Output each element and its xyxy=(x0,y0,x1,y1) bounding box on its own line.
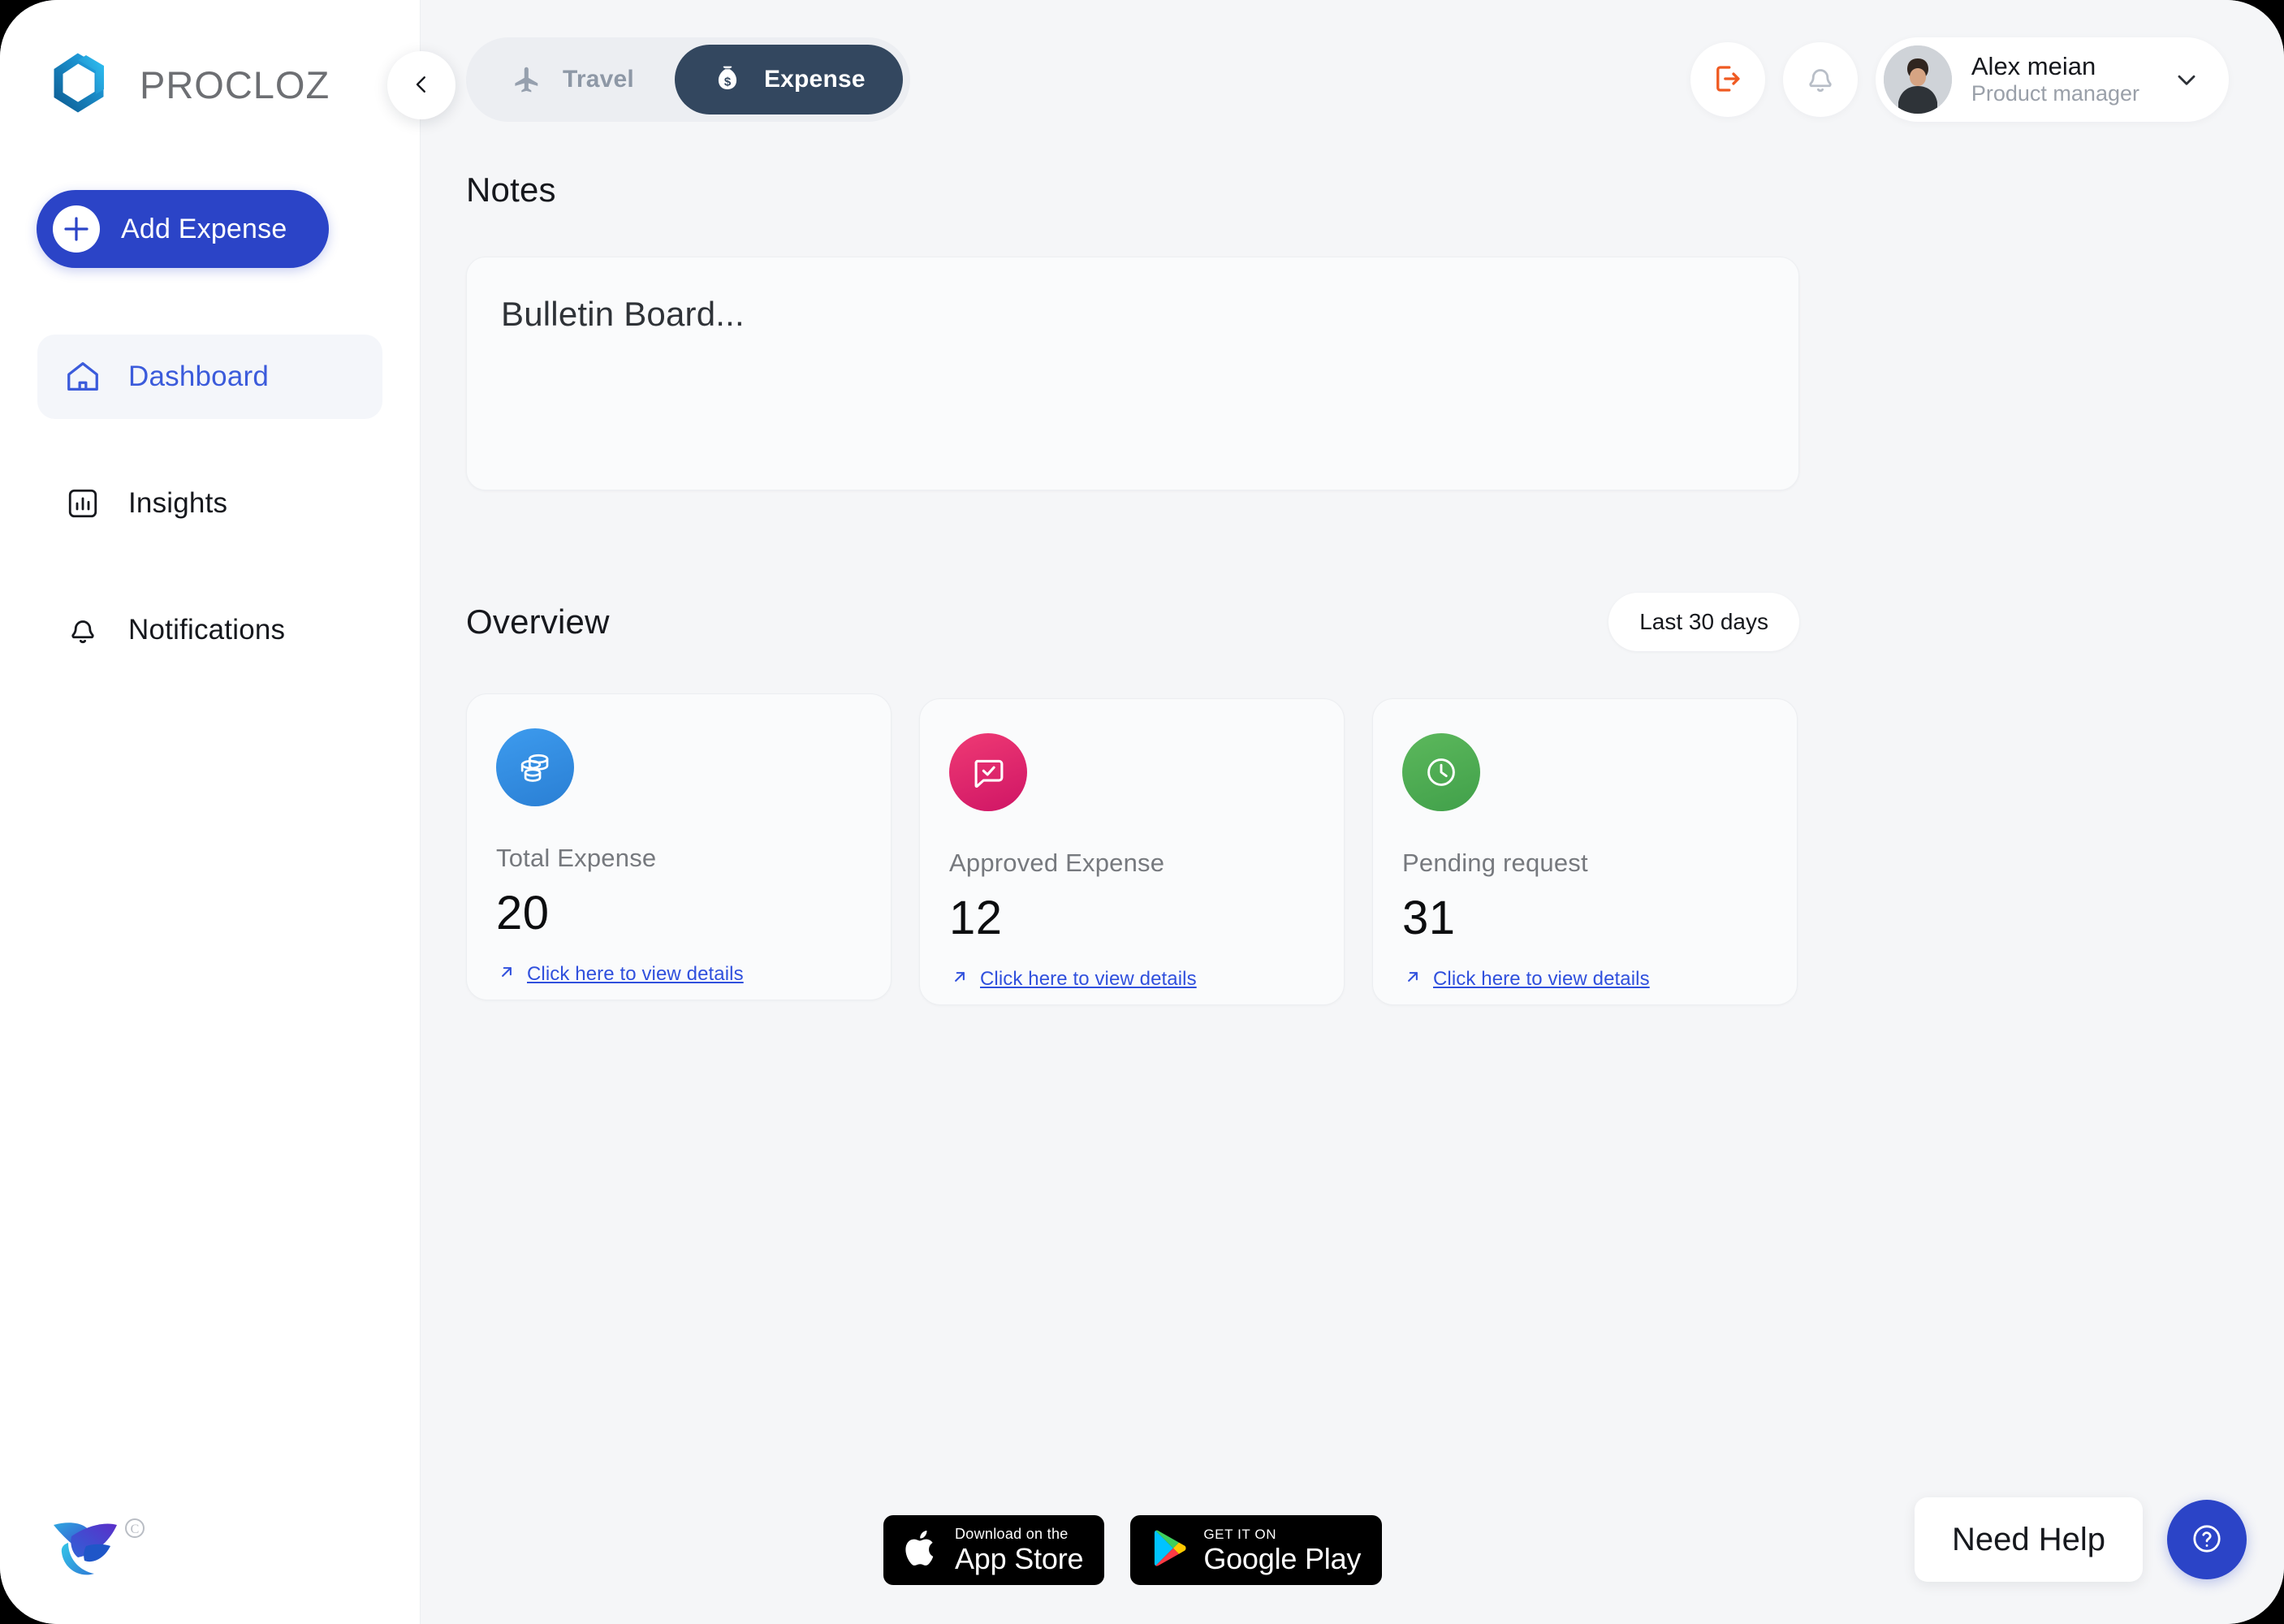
top-bar: Travel $ Expense Alex meian Product mana… xyxy=(421,0,2284,159)
notifications-button[interactable] xyxy=(1782,42,1858,117)
sidebar-item-label-insights: Insights xyxy=(128,487,228,519)
google-play-badge-big: Google Play xyxy=(1203,1541,1362,1575)
procloz-hexagon-logo-icon xyxy=(50,50,120,119)
bell-icon xyxy=(1803,62,1837,98)
view-details-link-approved-expense[interactable]: Click here to view details xyxy=(949,966,1315,991)
sidebar-item-label-notifications: Notifications xyxy=(128,614,286,646)
stat-label-pending-request: Pending request xyxy=(1402,849,1588,877)
app-store-badge-text: Download on the App Store xyxy=(955,1526,1084,1575)
view-details-label-total-expense: Click here to view details xyxy=(527,962,744,985)
stat-card-pending-request[interactable]: Pending request 31 Click here to view de… xyxy=(1372,698,1798,1005)
stat-value-pending-request: 31 xyxy=(1402,892,1456,944)
brand-name: PROCLOZ xyxy=(140,63,330,106)
plus-icon xyxy=(53,205,100,253)
app-store-badge[interactable]: Download on the App Store xyxy=(883,1515,1105,1585)
view-details-label-pending-request: Click here to view details xyxy=(1433,967,1650,990)
sidebar-item-label-dashboard: Dashboard xyxy=(128,361,270,392)
google-play-badge-small: GET IT ON xyxy=(1203,1526,1277,1542)
logout-icon xyxy=(1711,62,1745,98)
add-expense-button[interactable]: Add Expense xyxy=(37,190,329,268)
module-tab-group: Travel $ Expense xyxy=(466,37,910,122)
stat-card-total-expense[interactable]: Total Expense 20 Click here to view deta… xyxy=(466,693,892,1000)
google-play-icon xyxy=(1151,1528,1189,1573)
logout-button[interactable] xyxy=(1690,42,1765,117)
view-details-link-pending-request[interactable]: Click here to view details xyxy=(1402,966,1768,991)
sidebar-nav: Dashboard Insights Notifications xyxy=(0,335,420,672)
need-help-label: Need Help xyxy=(1951,1521,2105,1557)
arrow-up-right-icon xyxy=(1402,966,1423,991)
add-expense-label: Add Expense xyxy=(121,213,287,244)
date-range-filter[interactable]: Last 30 days xyxy=(1608,593,1799,651)
sidebar-item-insights[interactable]: Insights xyxy=(37,461,382,546)
view-details-link-total-expense[interactable]: Click here to view details xyxy=(496,961,861,987)
app-store-badge-big: App Store xyxy=(955,1542,1084,1575)
chat-check-icon xyxy=(949,733,1027,811)
svg-text:$: $ xyxy=(724,75,732,89)
question-mark-icon xyxy=(2187,1519,2226,1561)
money-bag-icon: $ xyxy=(712,63,743,97)
sidebar-item-notifications[interactable]: Notifications xyxy=(37,588,382,672)
airplane-icon xyxy=(511,63,542,97)
google-play-badge-text: GET IT ON Google Play xyxy=(1203,1527,1361,1574)
help-widget: Need Help xyxy=(1914,1497,2247,1582)
stat-label-total-expense: Total Expense xyxy=(496,844,657,872)
overview-header-row: Overview Last 30 days xyxy=(466,593,1799,651)
bulletin-board-placeholder: Bulletin Board... xyxy=(501,295,745,333)
tab-expense-label: Expense xyxy=(763,66,866,93)
avatar xyxy=(1883,45,1952,114)
svg-text:C: C xyxy=(131,1522,140,1536)
user-profile-text: Alex meian Product manager xyxy=(1971,53,2139,106)
overview-card-grid: Total Expense 20 Click here to view deta… xyxy=(466,693,2284,1005)
hummingbird-logo: C xyxy=(50,1512,156,1582)
arrow-up-right-icon xyxy=(949,966,970,991)
stat-value-total-expense: 20 xyxy=(496,887,550,939)
date-range-label: Last 30 days xyxy=(1639,609,1768,634)
stat-label-approved-expense: Approved Expense xyxy=(949,849,1165,877)
apple-icon xyxy=(905,1527,940,1574)
sidebar-item-dashboard[interactable]: Dashboard xyxy=(37,335,382,419)
bar-chart-icon xyxy=(63,484,102,523)
bulletin-board-input[interactable]: Bulletin Board... xyxy=(466,257,1799,490)
overview-section-title: Overview xyxy=(466,603,610,641)
help-fab-button[interactable] xyxy=(2167,1500,2247,1579)
app-window: PROCLOZ Add Expense Dashboard Insights N… xyxy=(0,0,2284,1624)
database-stack-icon xyxy=(496,728,574,806)
sidebar-collapse-button[interactable] xyxy=(387,51,456,119)
tab-travel-label: Travel xyxy=(563,66,634,93)
need-help-button[interactable]: Need Help xyxy=(1914,1497,2143,1582)
google-play-badge[interactable]: GET IT ON Google Play xyxy=(1130,1515,1383,1585)
stat-value-approved-expense: 12 xyxy=(949,892,1003,944)
clock-icon xyxy=(1402,733,1480,811)
topbar-actions: Alex meian Product manager xyxy=(1690,37,2229,122)
chevron-left-icon xyxy=(409,72,434,99)
home-icon xyxy=(63,357,102,396)
notes-section-title: Notes xyxy=(466,171,556,209)
tab-expense[interactable]: $ Expense xyxy=(674,45,903,114)
bell-icon xyxy=(63,611,102,650)
app-store-badges: Download on the App Store GET IT ON Goog… xyxy=(883,1515,1383,1585)
stat-card-approved-expense[interactable]: Approved Expense 12 Click here to view d… xyxy=(919,698,1345,1005)
user-name: Alex meian xyxy=(1971,52,2096,81)
app-store-badge-small: Download on the xyxy=(955,1526,1069,1542)
sidebar: PROCLOZ Add Expense Dashboard Insights N… xyxy=(0,0,456,1624)
tab-travel[interactable]: Travel xyxy=(473,45,671,114)
chevron-down-icon[interactable] xyxy=(2172,65,2201,94)
main-content: Travel $ Expense Alex meian Product mana… xyxy=(421,0,2284,1624)
user-profile-menu[interactable]: Alex meian Product manager xyxy=(1875,37,2229,122)
arrow-up-right-icon xyxy=(496,961,517,987)
dashboard-content: Notes Bulletin Board... Overview Last 30… xyxy=(421,171,2284,1005)
brand-logo-area[interactable]: PROCLOZ xyxy=(0,0,420,119)
view-details-label-approved-expense: Click here to view details xyxy=(980,967,1197,990)
user-role: Product manager xyxy=(1971,81,2139,106)
